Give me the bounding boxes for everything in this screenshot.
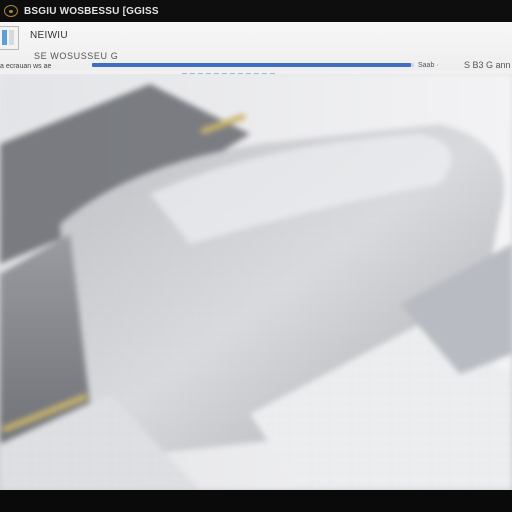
bottom-bar bbox=[0, 490, 512, 512]
progress-bar[interactable] bbox=[92, 63, 414, 67]
status-text-left: a ecrauan ws ae bbox=[0, 63, 52, 70]
tab-title[interactable]: NEIWIU bbox=[30, 30, 68, 41]
status-count: S B3 G ann bbox=[464, 60, 511, 70]
preview-graphic bbox=[0, 74, 512, 490]
header: NEIWIU SE WOSUSSEU G a ecrauan ws ae Saa… bbox=[0, 22, 512, 76]
image-preview[interactable] bbox=[0, 74, 512, 490]
progress-fill bbox=[92, 63, 411, 67]
status-text-right: Saab · bbox=[418, 62, 439, 69]
main-window: NEIWIU SE WOSUSSEU G a ecrauan ws ae Saa… bbox=[0, 22, 512, 490]
subtitle: SE WOSUSSEU G bbox=[34, 51, 119, 61]
window-title: BSGIU WOSBESSU [GGISS bbox=[24, 5, 159, 17]
title-bar: BSGIU WOSBESSU [GGISS bbox=[0, 0, 512, 22]
app-icon bbox=[4, 5, 18, 17]
document-icon[interactable] bbox=[0, 26, 19, 50]
